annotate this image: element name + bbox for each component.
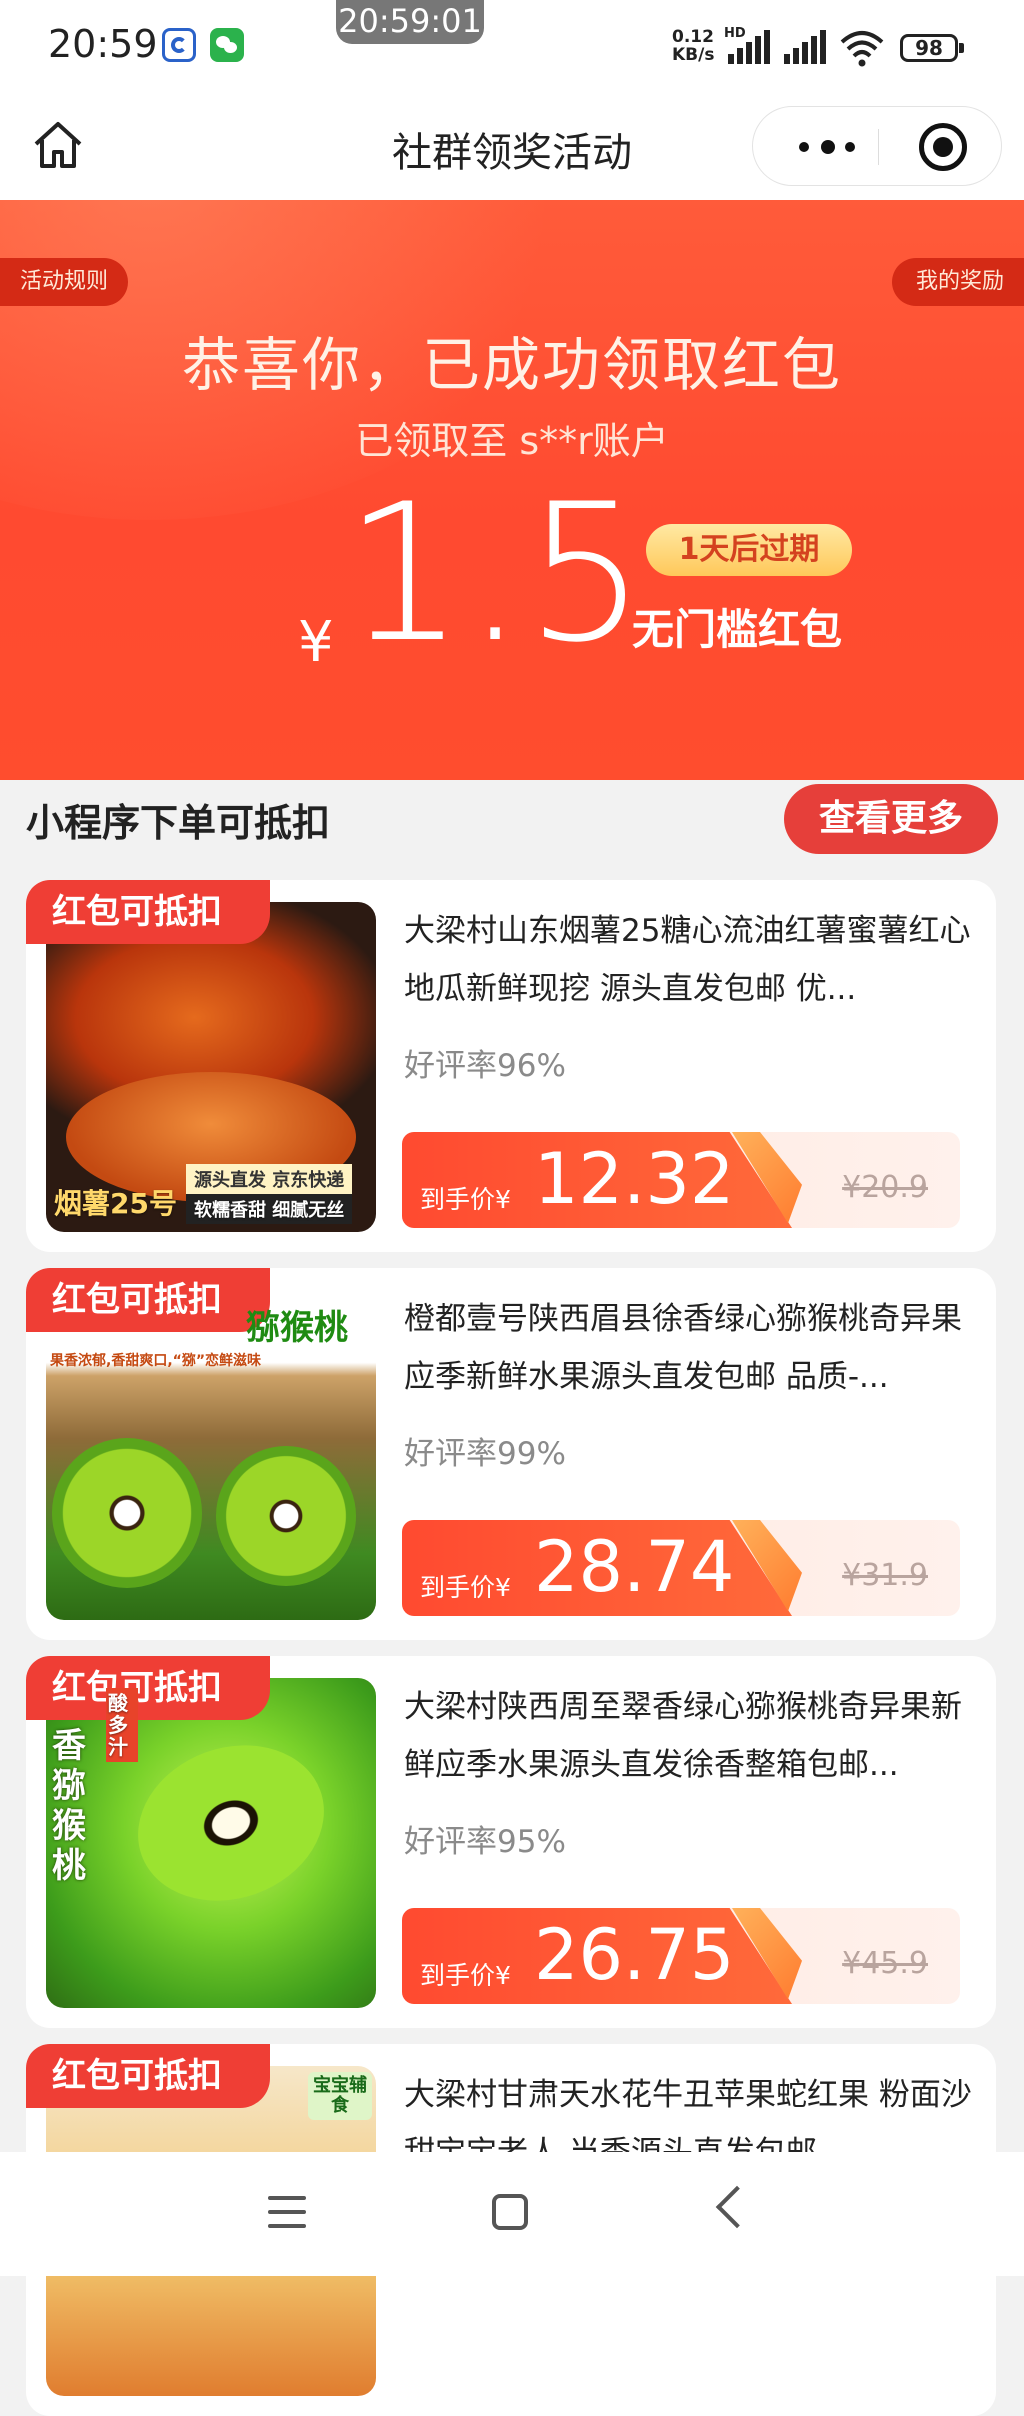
congrats-text: 恭喜你，已成功领取红包 [181, 331, 842, 399]
thumb-text: 宝宝辅食 [308, 2072, 372, 2120]
target-circle-icon[interactable] [919, 123, 967, 171]
net-speed-unit: KB/s [672, 45, 715, 65]
kiwi-image [216, 1446, 356, 1586]
original-price: ¥45.9 [842, 1946, 928, 1981]
product-image: 烟薯25号 源头直发 京东快递 软糯香甜 细腻无丝 [46, 902, 376, 1232]
deduct-badge: 红包可抵扣 [26, 1656, 270, 1720]
kiwi-image [52, 1438, 202, 1588]
product-title: 大梁村山东烟薯25糖心流油红薯蜜薯红心地瓜新鲜现挖 源头直发包邮 优... [404, 913, 971, 1007]
product-image: 猕猴桃 果香浓郁,香甜爽口,“猕”恋鲜滋味 [46, 1290, 376, 1620]
thumb-text: 烟薯25号 [54, 1187, 177, 1220]
thumb-text: 软糯香甜 细腻无丝 [186, 1194, 353, 1224]
section-title: 小程序下单可抵扣 [26, 801, 331, 845]
status-time: 20:59 [48, 22, 158, 66]
thumb-text: 香猕猴桃 [52, 1726, 86, 1886]
price-bar: 到手价¥ 12.32 ¥20.9 [402, 1132, 960, 1228]
more-dots-icon[interactable] [787, 131, 867, 161]
product-price: 26.75 [534, 1914, 735, 1996]
product-price: 12.32 [534, 1138, 735, 1220]
original-price: ¥31.9 [842, 1558, 928, 1593]
account-text: 已领取至 s**r账户 [355, 419, 669, 463]
product-card[interactable]: 猕猴桃 果香浓郁,香甜爽口,“猕”恋鲜滋味 红包可抵扣 橙都壹号陕西眉县徐香绿心… [26, 1268, 996, 1640]
bank-app-icon [162, 28, 196, 62]
thumb-text: 源头直发 京东快递 [186, 1164, 353, 1194]
price-label: 到手价¥ [420, 1961, 511, 1990]
capsule-divider [878, 129, 879, 165]
wifi-icon [840, 31, 884, 67]
menu-icon[interactable] [268, 2196, 306, 2230]
thumb-text: 酸多汁 [106, 1688, 138, 1762]
currency-symbol: ¥ [298, 610, 334, 675]
product-card[interactable]: 烟薯25号 源头直发 京东快递 软糯香甜 细腻无丝 红包可抵扣 大梁村山东烟薯2… [26, 880, 996, 1252]
activity-rules-button[interactable]: 活动规则 [0, 258, 129, 306]
product-image: 香猕猴桃 酸多汁 [46, 1678, 376, 2008]
system-nav-bar [0, 2152, 1024, 2276]
net-speed-value: 0.12 [672, 27, 714, 47]
price-label: 到手价¥ [420, 1185, 511, 1214]
thumb-text: 果香浓郁,香甜爽口,“猕”恋鲜滋味 [50, 1353, 262, 1369]
product-price: 28.74 [534, 1526, 735, 1608]
price-bar: 到手价¥ 28.74 ¥31.9 [402, 1520, 960, 1616]
signal-icon-2 [784, 30, 828, 64]
net-speed: 0.12 KB/s [672, 28, 714, 64]
signal-icon [728, 30, 772, 64]
expire-badge: 1天后过期 [646, 524, 852, 576]
back-icon[interactable] [715, 2185, 759, 2229]
view-more-button[interactable]: 查看更多 [784, 784, 998, 854]
price-label: 到手价¥ [420, 1573, 511, 1602]
status-bar: 20:59 20:59:01 0.12 KB/s HD 98 [0, 0, 1024, 96]
deduct-badge: 红包可抵扣 [26, 2044, 270, 2108]
deduct-badge: 红包可抵扣 [26, 1268, 270, 1332]
product-card[interactable]: 香猕猴桃 酸多汁 红包可抵扣 大梁村陕西周至翠香绿心猕猴桃奇异果新鲜应季水果源头… [26, 1656, 996, 2028]
deduct-badge: 红包可抵扣 [26, 880, 270, 944]
battery-icon: 98 [900, 34, 964, 62]
product-rating: 好评率96% [404, 1048, 566, 1084]
product-title: 大梁村陕西周至翠香绿心猕猴桃奇异果新鲜应季水果源头直发徐香整箱包邮... [404, 1689, 962, 1783]
original-price: ¥20.9 [842, 1170, 928, 1205]
thumb-text: 猕猴桃 [246, 1308, 348, 1348]
product-rating: 好评率99% [404, 1436, 566, 1472]
clock-overlay: 20:59:01 [336, 0, 484, 44]
product-rating: 好评率95% [404, 1824, 566, 1860]
my-rewards-button[interactable]: 我的奖励 [891, 258, 1024, 306]
home-square-icon[interactable] [492, 2194, 528, 2230]
wechat-icon [210, 28, 244, 62]
coupon-type: 无门槛红包 [632, 605, 843, 654]
red-packet-amount: 1.5 [344, 463, 647, 684]
mini-program-capsule [752, 106, 1002, 186]
price-bar: 到手价¥ 26.75 ¥45.9 [402, 1908, 960, 2004]
navbar: 社群领奖活动 [0, 96, 1024, 200]
product-title: 橙都壹号陕西眉县徐香绿心猕猴桃奇异果 应季新鲜水果源头直发包邮 品质-... [404, 1301, 962, 1395]
